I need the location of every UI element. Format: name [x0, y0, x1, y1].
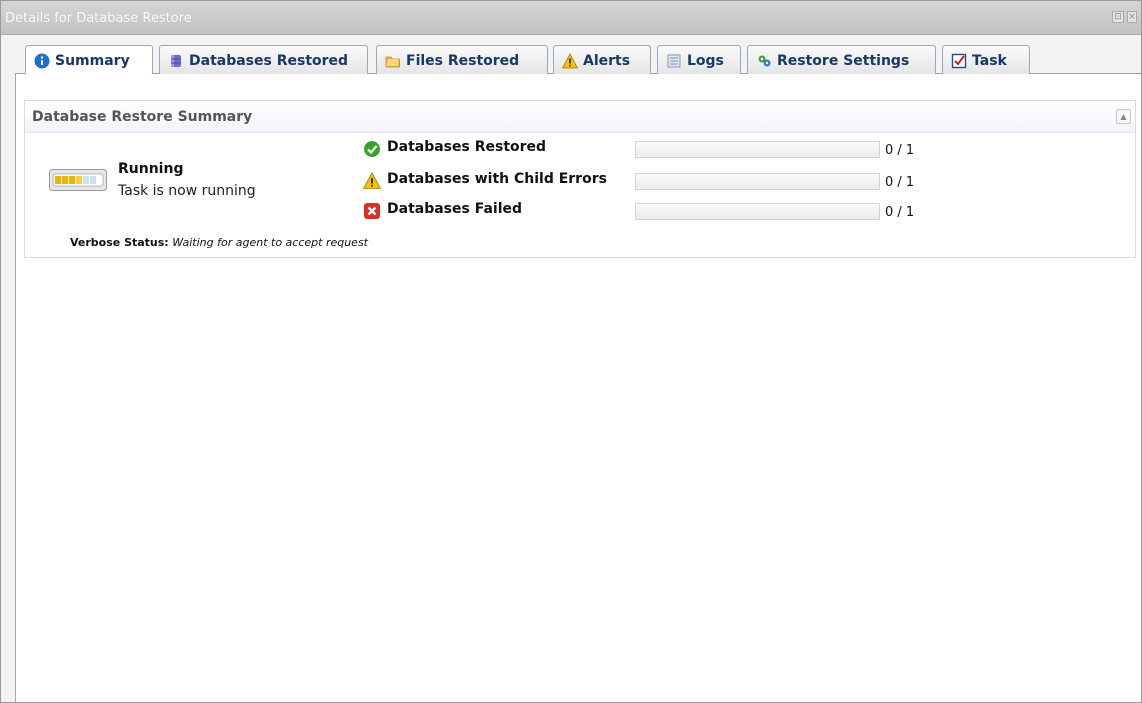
metric-count: 0 / 1: [885, 143, 915, 158]
tab-label: Databases Restored: [189, 52, 349, 69]
metric-count: 0 / 1: [885, 175, 915, 190]
tab-databases-restored[interactable]: Databases Restored: [159, 45, 368, 75]
info-icon: [34, 53, 50, 69]
tab-restore-settings[interactable]: Restore Settings: [747, 45, 936, 75]
metric-databases-child-errors: Databases with Child Errors 0 / 1: [363, 170, 963, 192]
tab-label: Alerts: [583, 52, 631, 69]
verbose-status-value: Waiting for agent to accept request: [172, 236, 368, 249]
tab-label: Restore Settings: [777, 52, 910, 69]
tab-bar: Summary Databases Restored Files Restore…: [15, 41, 1141, 76]
status-subtitle: Task is now running: [118, 183, 256, 199]
metric-label: Databases Failed: [387, 201, 523, 217]
metric-label: Databases Restored: [387, 139, 547, 155]
status-title: Running: [118, 161, 184, 177]
collapse-button[interactable]: ▲: [1116, 109, 1131, 124]
metric-label: Databases with Child Errors: [387, 171, 607, 187]
folder-icon: [385, 56, 400, 67]
tab-label: Summary: [55, 53, 130, 69]
close-window-button[interactable]: ×: [1127, 11, 1137, 23]
tab-content: Database Restore Summary ▲ Running Task …: [15, 74, 1141, 702]
error-x-icon: [364, 203, 380, 219]
settings-icon: [758, 55, 771, 66]
warning-icon: [363, 172, 381, 189]
metric-databases-failed: Databases Failed 0 / 1: [363, 200, 963, 222]
tab-task[interactable]: Task: [942, 45, 1030, 75]
tab-label: Logs: [687, 52, 724, 69]
tab-logs[interactable]: Logs: [657, 45, 741, 75]
task-icon: [951, 53, 967, 68]
restore-window-button[interactable]: ⊡: [1112, 11, 1124, 23]
verbose-status: Verbose Status: Waiting for agent to acc…: [70, 236, 368, 249]
details-window: Details for Database Restore ⊡ × Summary…: [0, 0, 1142, 703]
window-titlebar[interactable]: Details for Database Restore ⊡ ×: [1, 1, 1141, 35]
panel-title: Database Restore Summary: [32, 109, 253, 125]
panel-header: Database Restore Summary ▲: [25, 101, 1135, 133]
warning-icon: [562, 52, 578, 68]
progress-bar: [635, 203, 880, 220]
tab-files-restored[interactable]: Files Restored: [376, 45, 548, 75]
metric-count: 0 / 1: [885, 205, 915, 220]
log-icon: [667, 54, 681, 67]
tab-label: Task: [972, 52, 1007, 69]
progress-bar: [635, 141, 880, 158]
summary-panel: Database Restore Summary ▲ Running Task …: [24, 100, 1136, 258]
window-title: Details for Database Restore: [5, 11, 192, 26]
progress-bar: [635, 173, 880, 190]
metric-databases-restored: Databases Restored 0 / 1: [363, 138, 963, 160]
progress-running-icon: [49, 169, 107, 191]
check-circle-icon: [364, 141, 380, 157]
tab-alerts[interactable]: Alerts: [553, 45, 651, 75]
tab-label: Files Restored: [406, 52, 520, 69]
tab-summary[interactable]: Summary: [25, 45, 153, 76]
verbose-status-label: Verbose Status:: [70, 236, 169, 249]
database-icon: [171, 54, 181, 67]
